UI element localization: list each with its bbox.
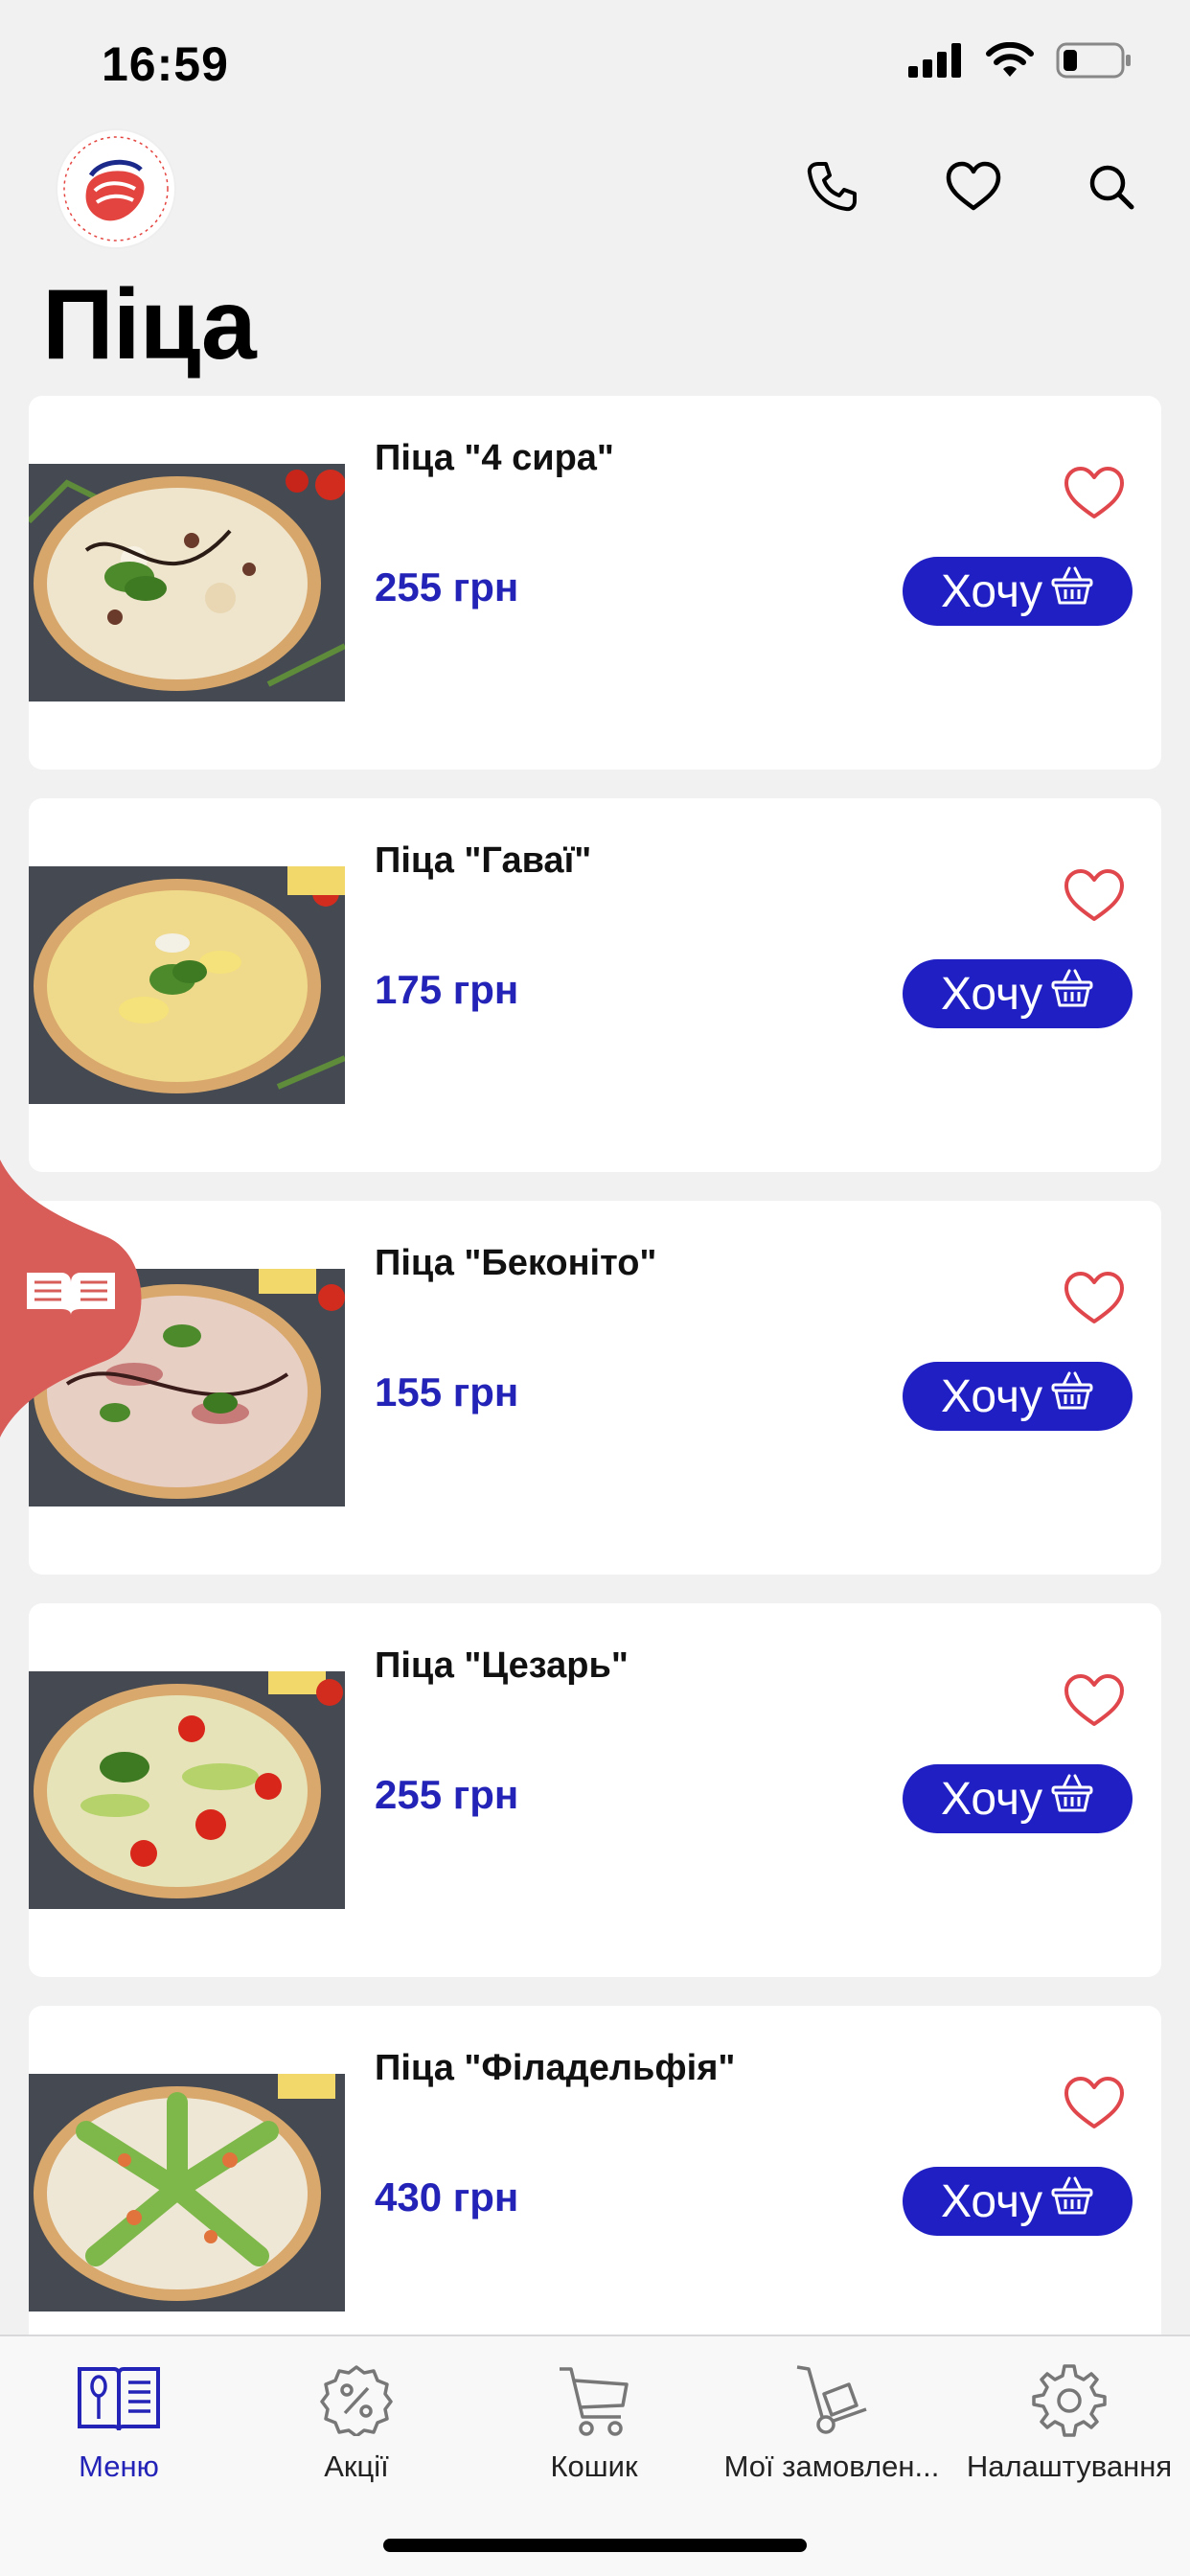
menu-book-icon	[75, 2356, 163, 2444]
home-indicator	[383, 2539, 807, 2552]
tab-my-orders[interactable]: Мої замовлен...	[713, 2356, 950, 2484]
settings-icon	[1025, 2356, 1113, 2444]
battery-icon	[1056, 42, 1133, 83]
product-card[interactable]: Піца "Філадельфія" 430 грн Хочу	[29, 2006, 1161, 2380]
want-button-label: Хочу	[940, 1370, 1043, 1422]
side-menu-tab[interactable]	[0, 1160, 153, 1438]
basket-icon	[1050, 564, 1094, 618]
product-price: 155 грн	[375, 1369, 519, 1414]
product-name: Піца "Цезарь"	[375, 1645, 629, 1686]
product-card[interactable]: Піца "Цезарь" 255 грн Хочу	[29, 1603, 1161, 1977]
page-title: Піца	[42, 269, 257, 380]
want-button-label: Хочу	[940, 1773, 1043, 1825]
product-price: 255 грн	[375, 1772, 519, 1817]
product-price: 175 грн	[375, 967, 519, 1012]
discount-gear-icon	[312, 2356, 400, 2444]
bottom-tab-bar: Меню Акції Кошик Мої замовлен... Налашту…	[0, 2334, 1190, 2576]
add-favorite-heart-icon[interactable]	[1062, 465, 1127, 522]
product-name: Піца "4 сира"	[375, 438, 614, 478]
status-bar: 16:59	[0, 0, 1190, 125]
want-button-label: Хочу	[940, 968, 1043, 1020]
tab-settings[interactable]: Налаштування	[950, 2356, 1188, 2484]
basket-icon	[1050, 967, 1094, 1021]
add-to-cart-button[interactable]: Хочу	[903, 959, 1133, 1028]
status-time: 16:59	[102, 37, 229, 91]
hand-truck-icon	[788, 2356, 876, 2444]
product-card[interactable]: Піца "Беконіто" 155 грн Хочу	[29, 1201, 1161, 1575]
want-button-label: Хочу	[940, 565, 1043, 617]
add-to-cart-button[interactable]: Хочу	[903, 2167, 1133, 2236]
cellular-signal-icon	[908, 43, 964, 82]
product-image[interactable]	[29, 464, 345, 702]
add-favorite-heart-icon[interactable]	[1062, 1270, 1127, 1327]
product-name: Піца "Беконіто"	[375, 1243, 657, 1283]
add-favorite-heart-icon[interactable]	[1062, 867, 1127, 925]
product-image[interactable]	[29, 2074, 345, 2312]
tab-label: Меню	[79, 2450, 159, 2483]
product-price: 430 грн	[375, 2174, 519, 2220]
add-to-cart-button[interactable]: Хочу	[903, 1764, 1133, 1833]
tab-cart[interactable]: Кошик	[475, 2356, 713, 2484]
brand-logo[interactable]	[56, 128, 176, 249]
tab-menu[interactable]: Меню	[0, 2356, 238, 2484]
wifi-icon	[985, 41, 1035, 83]
basket-icon	[1050, 1369, 1094, 1423]
product-price: 255 грн	[375, 564, 519, 610]
product-image[interactable]	[29, 866, 345, 1104]
add-favorite-heart-icon[interactable]	[1062, 1672, 1127, 1730]
product-name: Піца "Гаваї"	[375, 840, 592, 881]
add-to-cart-button[interactable]: Хочу	[903, 557, 1133, 626]
basket-icon	[1050, 1772, 1094, 1826]
product-card[interactable]: Піца "Гаваї" 175 грн Хочу	[29, 798, 1161, 1172]
want-button-label: Хочу	[940, 2175, 1043, 2227]
phone-icon[interactable]	[803, 158, 860, 216]
product-card[interactable]: Піца "4 сира" 255 грн Хочу	[29, 396, 1161, 770]
tab-promotions[interactable]: Акції	[238, 2356, 475, 2484]
tab-label: Налаштування	[966, 2450, 1173, 2483]
tab-label: Акції	[324, 2450, 389, 2483]
tab-label: Мої замовлен...	[723, 2450, 940, 2483]
favorites-heart-icon[interactable]	[945, 158, 1002, 216]
add-favorite-heart-icon[interactable]	[1062, 2075, 1127, 2132]
basket-icon	[1050, 2174, 1094, 2228]
tab-label: Кошик	[550, 2450, 638, 2483]
search-icon[interactable]	[1083, 158, 1140, 216]
cart-icon	[550, 2356, 638, 2444]
status-icons	[908, 41, 1133, 83]
product-image[interactable]	[29, 1671, 345, 1909]
add-to-cart-button[interactable]: Хочу	[903, 1362, 1133, 1431]
product-name: Піца "Філадельфія"	[375, 2048, 736, 2088]
